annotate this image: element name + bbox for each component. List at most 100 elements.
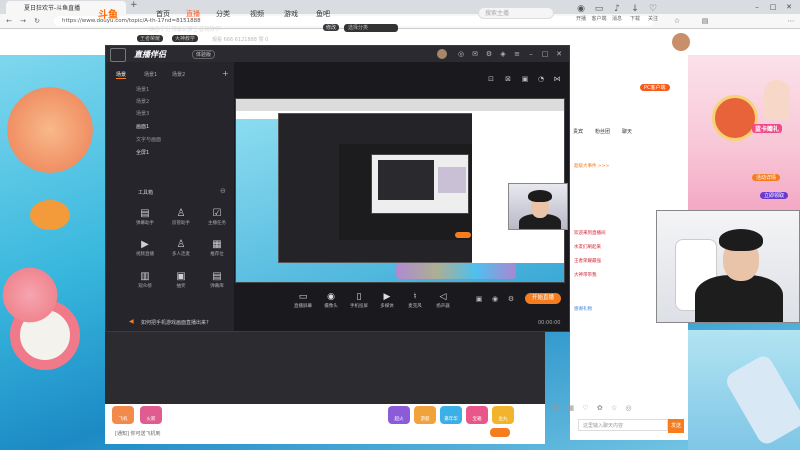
app-close-icon[interactable]: ✕: [554, 49, 564, 59]
monitor-icon: ▭: [594, 4, 604, 14]
gear-icon[interactable]: ⚙: [484, 49, 494, 59]
source-item[interactable]: 场景3: [136, 110, 149, 117]
nav-game[interactable]: 游戏: [284, 9, 298, 19]
tool-danmaku-lib[interactable]: ▤ 弹幕库: [204, 271, 230, 289]
collections-icon[interactable]: ▤: [700, 16, 710, 26]
chat-line: 王者荣耀最强: [574, 259, 601, 264]
gift-item[interactable]: 宝箱: [466, 406, 488, 424]
source-item[interactable]: 文字与画面: [136, 136, 161, 143]
share-icon[interactable]: ⊡: [486, 74, 496, 84]
app-avatar[interactable]: [437, 49, 447, 59]
gift-item[interactable]: 超火: [388, 406, 410, 424]
tool-task[interactable]: ☑ 主播任务: [204, 208, 230, 226]
source-item[interactable]: 全屏1: [136, 149, 149, 156]
btn-microphone[interactable]: ♮ 麦克风: [402, 292, 428, 309]
star-icon: ▦: [212, 239, 222, 250]
gift-item[interactable]: 火箭: [140, 406, 162, 424]
tab-chat[interactable]: 聊天: [622, 128, 632, 140]
toolbox-collapse-icon[interactable]: ⊖: [220, 187, 226, 195]
gift-item[interactable]: 飞机: [112, 406, 134, 424]
tool-start-live[interactable]: ◉ 开播: [572, 4, 590, 22]
back-icon[interactable]: ←: [4, 16, 14, 26]
tab-scene2[interactable]: 场景2: [172, 71, 185, 78]
btn-camera[interactable]: ◉ 摄像头: [318, 292, 344, 309]
douyu-logo[interactable]: 斗鱼: [98, 6, 132, 21]
message-icon[interactable]: ✉: [470, 49, 480, 59]
promo-character: [764, 80, 790, 120]
category-select[interactable]: 选择分类: [344, 24, 398, 32]
task-icon: ☑: [212, 208, 222, 219]
btn-speaker[interactable]: ◁ 扬声器: [430, 292, 456, 309]
tag-chip[interactable]: 大神教学: [172, 35, 199, 42]
tab-vip[interactable]: 贵宾: [573, 128, 583, 140]
maximize-icon[interactable]: □: [768, 2, 778, 12]
tool-video[interactable]: ▶ 视频直播: [132, 239, 158, 257]
settings-icon[interactable]: ⚙: [506, 294, 516, 304]
gift-icon: ▣: [176, 271, 186, 282]
start-live-button[interactable]: 开始直播: [525, 293, 561, 304]
gift-item[interactable]: 嘉年华: [440, 406, 462, 424]
video-icon: ▶: [141, 239, 149, 250]
notify-icon[interactable]: ◔: [536, 74, 546, 84]
nav-video[interactable]: 视频: [250, 9, 264, 19]
minimize-icon[interactable]: –: [752, 2, 762, 12]
webcam-overlay-small[interactable]: [508, 183, 568, 230]
tool-follow[interactable]: ♡ 关注: [644, 4, 662, 22]
edit-title-button[interactable]: 修改: [323, 24, 340, 31]
favorites-icon[interactable]: ☆: [672, 16, 682, 26]
chat-input[interactable]: 这里输入聊天内容: [578, 419, 668, 431]
gift-item[interactable]: 鱼丸: [492, 406, 514, 424]
lock-icon[interactable]: ⊠: [503, 74, 513, 84]
tool-message[interactable]: ♪ 消息: [608, 4, 626, 22]
btn-screen-capture[interactable]: ▭ 直播屏幕: [290, 292, 316, 309]
nav-home[interactable]: 首页: [156, 9, 170, 19]
site-search-input[interactable]: 搜索主播: [478, 7, 554, 19]
headset-icon[interactable]: ◎: [456, 49, 466, 59]
stream-title[interactable]: 峡谷千分顶级玩梦王者局教学: [149, 25, 221, 33]
tool-danmaku[interactable]: ▤ 弹幕助手: [132, 208, 158, 226]
tool-ranking[interactable]: ▥ 观众榜: [132, 271, 158, 289]
nav-live[interactable]: 直播: [186, 9, 200, 19]
help-notice[interactable]: 如何把手机游戏画面直播出来?: [141, 319, 209, 326]
pc-client-tag[interactable]: PC客户端: [640, 84, 670, 91]
promo-claim-button[interactable]: 立即领取: [760, 192, 789, 199]
webcam-overlay-large[interactable]: [656, 210, 800, 323]
promo-detail-button[interactable]: 活动详情: [752, 174, 781, 181]
tool-room-admin[interactable]: ♙ 房管助手: [168, 208, 194, 226]
tag-chip[interactable]: 王者荣耀: [137, 35, 164, 42]
btn-media[interactable]: ▶ 多媒体: [374, 292, 400, 309]
gift-item[interactable]: 游艇: [414, 406, 436, 424]
btn-phone-cast[interactable]: ▯ 手机投屏: [346, 292, 372, 309]
reload-icon[interactable]: ↻: [32, 16, 42, 26]
nav-category[interactable]: 分类: [216, 9, 230, 19]
source-item[interactable]: 画面1: [136, 123, 149, 130]
tool-recommend[interactable]: ▦ 推荐位: [204, 239, 230, 257]
tab-scenes[interactable]: 场景: [116, 71, 127, 79]
add-scene-button[interactable]: +: [222, 69, 229, 78]
tool-multi[interactable]: ♙ 多人连麦: [168, 239, 194, 257]
chat-send-button[interactable]: 发送: [668, 419, 684, 433]
tool-client[interactable]: ▭ 客户端: [590, 4, 608, 22]
tab-fans[interactable]: 粉丝团: [595, 128, 610, 140]
chat-toolbar[interactable]: ☺ ▦ ♡ ✿ ☆ ◎: [552, 404, 670, 416]
source-item[interactable]: 场景2: [136, 98, 149, 105]
forward-icon[interactable]: →: [18, 16, 28, 26]
tab-scene1[interactable]: 场景1: [144, 71, 157, 78]
eye-icon[interactable]: ◉: [490, 294, 500, 304]
link-icon[interactable]: ⋈: [552, 74, 562, 84]
app-maximize-icon[interactable]: □: [540, 49, 550, 59]
skin-icon[interactable]: ◈: [498, 49, 508, 59]
bell-icon: ♪: [614, 4, 620, 14]
app-minimize-icon[interactable]: –: [526, 49, 536, 59]
recharge-button[interactable]: [490, 428, 510, 437]
source-item[interactable]: 场景1: [136, 86, 149, 93]
nav-yuba[interactable]: 鱼吧: [316, 9, 330, 19]
more-icon[interactable]: ⋯: [786, 16, 796, 26]
menu-icon[interactable]: ≡: [512, 49, 522, 59]
tool-download[interactable]: ↓ 下载: [626, 4, 644, 22]
tool-lottery[interactable]: ▣ 抽奖: [168, 271, 194, 289]
close-icon[interactable]: ✕: [784, 2, 794, 12]
layout-icon[interactable]: ▣: [520, 74, 530, 84]
record-icon[interactable]: ▣: [474, 294, 484, 304]
user-avatar[interactable]: [672, 33, 690, 51]
